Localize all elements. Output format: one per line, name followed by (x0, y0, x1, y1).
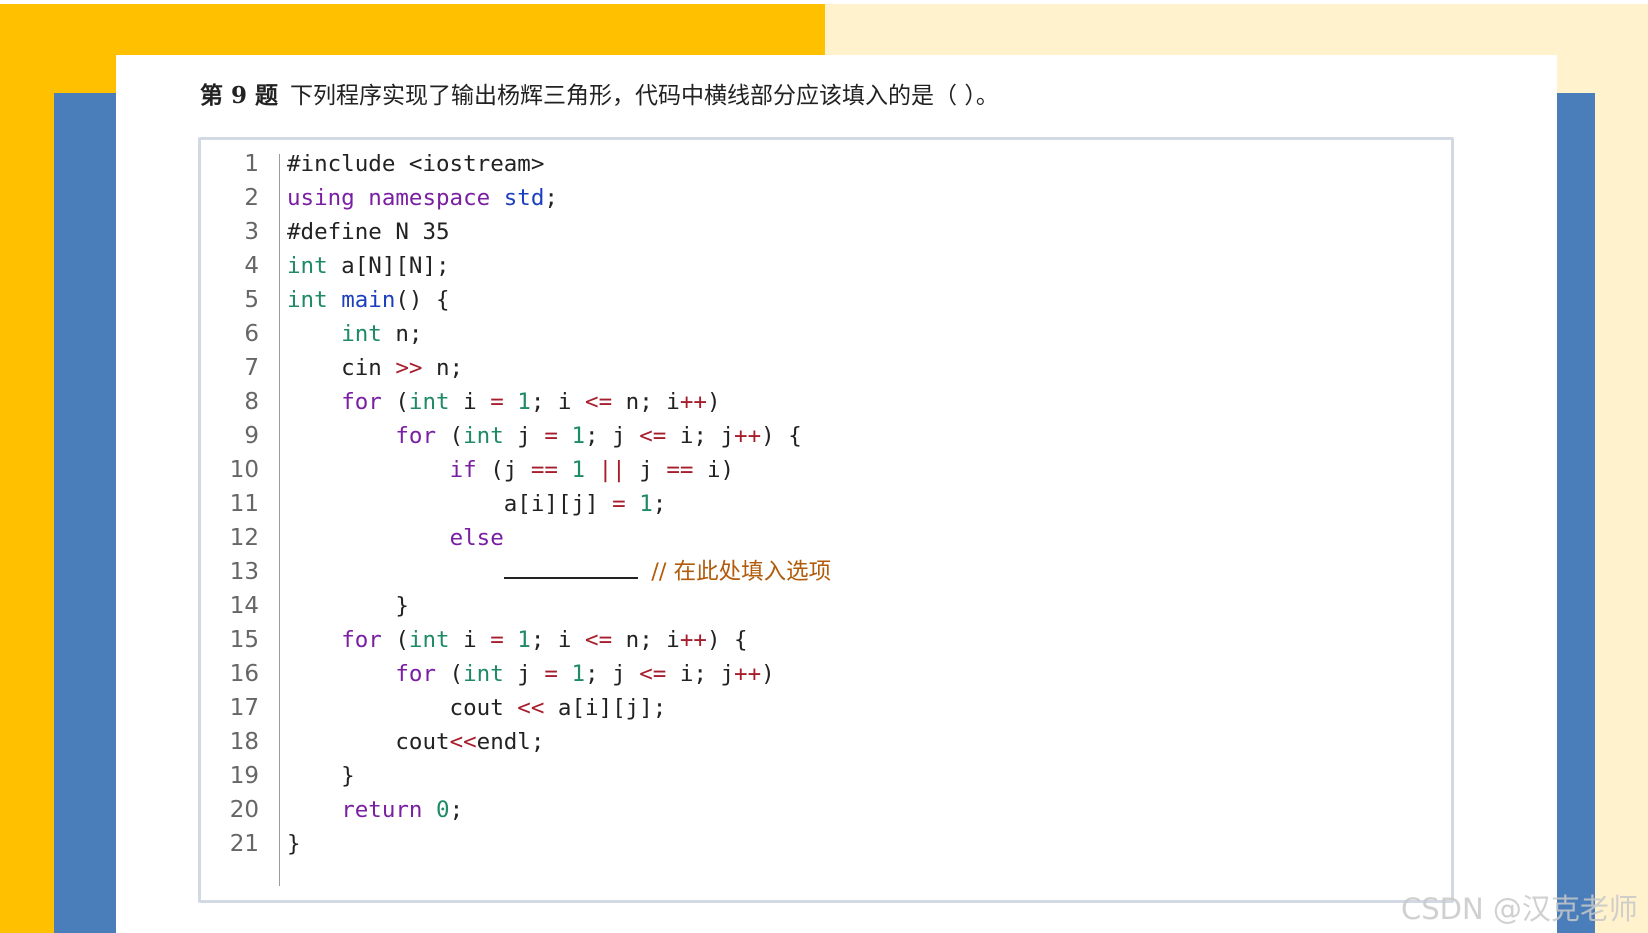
code-line: 12 else (201, 521, 1401, 556)
code-text: for (int i = 1; i <= n; i++) (341, 389, 721, 415)
csdn-watermark: CSDN @汉克老师 (1401, 892, 1638, 926)
line-number: 8 (244, 389, 259, 415)
code-text: int a[N][N]; (287, 253, 450, 279)
line-number: 1 (244, 151, 259, 177)
line-number: 17 (229, 695, 259, 721)
line-number: 3 (244, 219, 259, 245)
code-line: 14 } (201, 589, 1401, 624)
code-line: 8 for (int i = 1; i <= n; i++) (201, 385, 1401, 420)
question-number: 第 9 题 (200, 82, 279, 109)
line-number: 10 (229, 457, 259, 483)
code-line: 16 for (int j = 1; j <= i; j++) (201, 657, 1401, 692)
question-text: 下列程序实现了输出杨辉三角形，代码中横线部分应该填入的是（ ）。 (290, 83, 999, 109)
line-number: 18 (229, 729, 259, 755)
code-line: 21 } (201, 827, 1401, 862)
code-block: 1 #include <iostream> 2 using namespace … (198, 137, 1454, 903)
code-line: 3 #define N 35 (201, 215, 1401, 250)
code-line: 13 // 在此处填入选项 (201, 555, 1401, 590)
code-text: a[i][j] = 1; (287, 491, 667, 517)
line-number: 6 (244, 321, 259, 347)
code-text: cout<<endl; (287, 729, 545, 755)
line-number: 16 (229, 661, 259, 687)
fill-in-blank (503, 555, 638, 579)
line-number: 15 (229, 627, 259, 653)
code-line: 15 for (int i = 1; i <= n; i++) { (201, 623, 1401, 658)
code-text: } (287, 831, 301, 857)
line-number: 4 (244, 253, 259, 279)
line-number: 12 (229, 525, 259, 551)
code-text: #include <iostream> (287, 151, 545, 177)
code-line: 9 for (int j = 1; j <= i; j++) { (201, 419, 1401, 454)
code-text: } (287, 763, 355, 789)
line-number: 14 (229, 593, 259, 619)
code-text: #define N 35 (287, 219, 450, 245)
line-number: 5 (244, 287, 259, 313)
line-number: 21 (229, 831, 259, 857)
background-blue-right-strip (1554, 93, 1595, 933)
line-number: 11 (229, 491, 259, 517)
code-text: int n; (341, 321, 423, 347)
code-line: 1 #include <iostream> (201, 147, 1401, 182)
code-line: 18 cout<<endl; (201, 725, 1401, 760)
code-line: 2 using namespace std; (201, 181, 1401, 216)
code-text: for (int j = 1; j <= i; j++) (395, 661, 775, 687)
line-number: 13 (229, 559, 259, 585)
line-number: 20 (229, 797, 259, 823)
code-text: if (j == 1 || j == i) (449, 457, 735, 483)
code-text: for (int j = 1; j <= i; j++) { (395, 423, 802, 449)
code-text: return 0; (341, 797, 464, 823)
background-blue-left-strip (54, 93, 116, 933)
code-text: // 在此处填入选项 (287, 555, 831, 590)
code-text: int main() { (287, 287, 450, 313)
code-line: 6 int n; (201, 317, 1401, 352)
line-number: 7 (244, 355, 259, 381)
blank-comment: // 在此处填入选项 (651, 559, 832, 585)
code-line: 20 return 0; (201, 793, 1401, 828)
code-line: 19 } (201, 759, 1401, 794)
code-line: 11 a[i][j] = 1; (201, 487, 1401, 522)
code-line: 17 cout << a[i][j]; (201, 691, 1401, 726)
code-line: 5 int main() { (201, 283, 1401, 318)
code-text: cin >> n; (287, 355, 464, 381)
line-number: 9 (244, 423, 259, 449)
code-text: else (449, 525, 504, 551)
code-line: 4 int a[N][N]; (201, 249, 1401, 284)
code-text: cout << a[i][j]; (287, 695, 667, 721)
code-line: 10 if (j == 1 || j == i) (201, 453, 1401, 488)
line-number: 19 (229, 763, 259, 789)
code-text: using namespace std; (287, 185, 558, 211)
code-line: 7 cin >> n; (201, 351, 1401, 386)
code-text: for (int i = 1; i <= n; i++) { (341, 627, 748, 653)
line-number: 2 (244, 185, 259, 211)
code-text: } (287, 593, 409, 619)
question-heading: 第 9 题下列程序实现了输出杨辉三角形，代码中横线部分应该填入的是（ ）。 (200, 76, 999, 116)
